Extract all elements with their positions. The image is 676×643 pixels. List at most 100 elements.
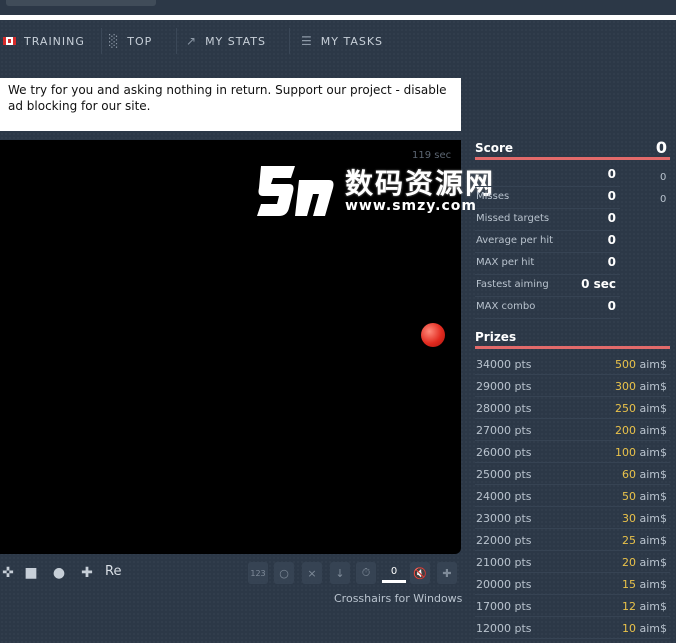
stat-label: MAX combo (476, 301, 536, 312)
adblock-notice: We try for you and asking nothing in ret… (0, 78, 461, 131)
list-icon: ☰ (301, 34, 313, 48)
prize-amount: 20 aim$ (622, 556, 667, 569)
crosshair-style-icon[interactable]: ✚ (76, 562, 98, 584)
counter-icon[interactable]: 123 (248, 562, 268, 584)
canada-flag-icon (3, 37, 16, 45)
stat-row-average-per-hit: Average per hit 0 (475, 231, 620, 253)
circle-mode-icon[interactable]: ○ (274, 562, 294, 584)
mute-icon[interactable]: 🔇 (410, 562, 430, 584)
crosshairs-windows-link[interactable]: Crosshairs for Windows (334, 592, 462, 605)
prize-points: 27000 pts (476, 424, 532, 437)
counter-label: 123 (250, 568, 266, 578)
prize-value: 100 (614, 446, 636, 459)
prize-points: 20000 pts (476, 578, 532, 591)
nav-item-label: MY TASKS (320, 34, 384, 48)
stat-value: 0 (607, 255, 616, 269)
prizes-header: Prizes (475, 330, 517, 344)
prize-currency: aim$ (639, 600, 667, 613)
watermark: 数码资源网 www.smzy.com (255, 158, 505, 218)
close-mode-icon[interactable]: × (302, 562, 322, 584)
stat-row-misses: Misses 0 (475, 187, 620, 209)
prize-currency: aim$ (639, 358, 667, 371)
nav-item-my-tasks[interactable]: ☰ MY TASKS (301, 24, 383, 58)
prize-row: 27000 pts 200 aim$ (475, 419, 670, 441)
restart-button[interactable]: Re (105, 564, 121, 579)
stat-label: Missed targets (476, 213, 550, 224)
target-settings-icon[interactable]: ● (48, 562, 70, 584)
prize-currency: aim$ (639, 512, 667, 525)
prize-value: 12 (621, 600, 636, 613)
stat-label: Misses (476, 191, 510, 202)
prize-amount: 200 aim$ (615, 424, 667, 437)
stat-extra: 0 (660, 194, 667, 205)
watermark-text: 数码资源网 (345, 167, 496, 200)
prize-currency: aim$ (639, 490, 667, 503)
prize-currency: aim$ (639, 424, 667, 437)
prize-amount: 30 aim$ (622, 512, 667, 525)
stat-extra: 0 (660, 172, 667, 183)
nav-item-training[interactable]: TRAINING (3, 24, 85, 58)
color-settings-icon[interactable]: ■ (20, 562, 42, 584)
nav-item-top[interactable]: ░ TOP (109, 24, 152, 58)
prize-currency: aim$ (639, 380, 667, 393)
prize-points: 29000 pts (476, 380, 532, 393)
prize-amount: 100 aim$ (615, 446, 667, 459)
prize-amount: 25 aim$ (622, 534, 667, 547)
prize-row: 20000 pts 15 aim$ (475, 573, 670, 595)
game-toolbar: ✜ ■ ● ✚ Re 123 ○ × ↓ ⏱ 0 🔇 ✚ (0, 560, 461, 588)
stat-value: 0 (607, 211, 616, 225)
prize-currency: aim$ (639, 622, 667, 635)
prize-value: 300 (614, 380, 636, 393)
site-logo[interactable] (6, 0, 156, 6)
prize-row: 24000 pts 50 aim$ (475, 485, 670, 507)
prize-currency: aim$ (639, 402, 667, 415)
prize-points: 25000 pts (476, 468, 532, 481)
prize-row: 17000 pts 12 aim$ (475, 595, 670, 617)
nav-item-label: TRAINING (24, 34, 85, 48)
prize-points: 12000 pts (476, 622, 532, 635)
score-underline (475, 157, 670, 160)
stat-row-hits: 0 (475, 165, 620, 187)
prize-value: 60 (621, 468, 636, 481)
prize-value: 30 (621, 512, 636, 525)
nav-divider (101, 28, 102, 54)
nav-item-my-stats[interactable]: ↗ MY STATS (186, 24, 266, 58)
prize-points: 24000 pts (476, 490, 532, 503)
prize-amount: 15 aim$ (622, 578, 667, 591)
prize-row: 29000 pts 300 aim$ (475, 375, 670, 397)
prize-points: 26000 pts (476, 446, 532, 459)
prize-row: 26000 pts 100 aim$ (475, 441, 670, 463)
watermark-url: www.smzy.com (345, 198, 477, 214)
stopwatch-icon[interactable]: ⏱ (356, 562, 376, 584)
prize-points: 28000 pts (476, 402, 532, 415)
line-chart-icon: ↗ (186, 34, 198, 48)
prize-value: 250 (614, 402, 636, 415)
prize-row: 21000 pts 20 aim$ (475, 551, 670, 573)
prize-currency: aim$ (639, 534, 667, 547)
stat-row-fastest-aiming: Fastest aiming 0 sec (475, 275, 620, 297)
score-header: Score 0 (475, 138, 670, 158)
prize-amount: 60 aim$ (622, 468, 667, 481)
header-divider (0, 15, 676, 20)
prize-points: 21000 pts (476, 556, 532, 569)
target-ball[interactable] (421, 323, 445, 347)
prizes-underline (475, 346, 670, 349)
prize-amount: 12 aim$ (622, 600, 667, 613)
stat-row-missed-targets: Missed targets 0 (475, 209, 620, 231)
speed-slider[interactable]: 0 (382, 562, 406, 583)
podium-icon: ░ (109, 34, 120, 48)
prize-value: 25 (621, 534, 636, 547)
crosshair-toggle-icon[interactable]: ✚ (437, 562, 457, 584)
prize-row: 22000 pts 25 aim$ (475, 529, 670, 551)
prize-row: 12000 pts 10 aim$ (475, 617, 670, 639)
prize-currency: aim$ (639, 468, 667, 481)
stat-value: 0 (607, 167, 616, 181)
prize-value: 15 (621, 578, 636, 591)
stat-value: 0 (607, 189, 616, 203)
arrow-down-icon[interactable]: ↓ (330, 562, 350, 584)
crosshair-settings-icon[interactable]: ✜ (0, 562, 16, 584)
stat-value: 0 sec (581, 277, 616, 291)
stat-value: 0 (607, 233, 616, 247)
prize-points: 22000 pts (476, 534, 532, 547)
prize-value: 500 (614, 358, 636, 371)
